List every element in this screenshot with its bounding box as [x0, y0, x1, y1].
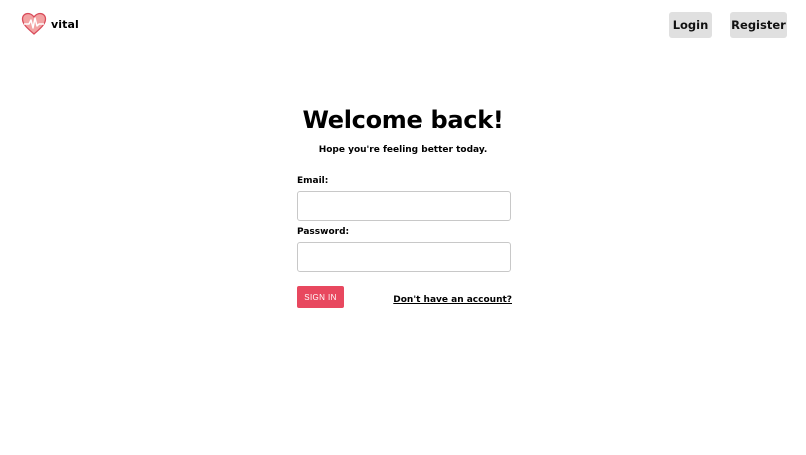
login-button[interactable]: Login: [669, 12, 712, 38]
password-field[interactable]: [297, 242, 511, 272]
email-label: Email:: [297, 176, 329, 186]
page-title: Welcome back!: [302, 106, 504, 134]
page-subtitle: Hope you're feeling better today.: [318, 145, 488, 155]
heart-pulse-icon: [21, 12, 47, 36]
sign-in-button[interactable]: SIGN IN: [297, 286, 344, 308]
brand-logo[interactable]: vital: [21, 12, 79, 36]
email-field[interactable]: [297, 191, 511, 221]
password-label: Password:: [297, 227, 350, 237]
register-link[interactable]: Don't have an account?: [380, 295, 512, 305]
register-button[interactable]: Register: [730, 12, 787, 38]
brand-name: vital: [51, 18, 79, 31]
login-page: vital Login Register Welcome back! Hope …: [0, 0, 806, 455]
